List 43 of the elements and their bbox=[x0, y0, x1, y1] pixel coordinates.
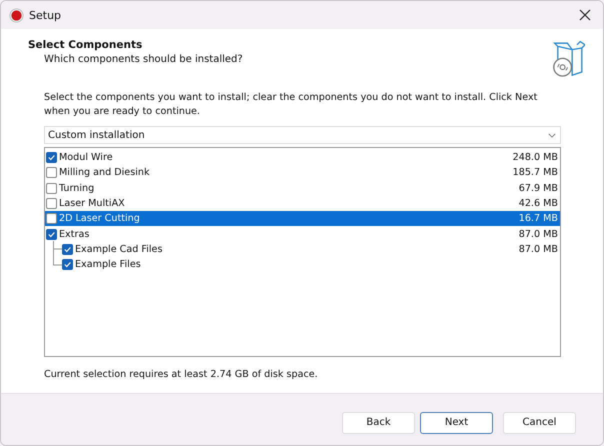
checkbox[interactable] bbox=[46, 228, 57, 240]
component-name: Milling and Diesink bbox=[59, 167, 151, 178]
checkbox[interactable] bbox=[46, 152, 57, 164]
component-name: 2D Laser Cutting bbox=[59, 213, 141, 224]
component-name: Extras bbox=[59, 228, 90, 240]
component-size: 248.0 MB bbox=[512, 152, 558, 164]
component-row[interactable]: Laser MultiAX 42.6 MB bbox=[45, 196, 560, 212]
component-row[interactable]: Example Files bbox=[45, 257, 560, 272]
component-name: Turning bbox=[59, 182, 96, 194]
component-name: Modul Wire bbox=[59, 152, 114, 164]
component-row[interactable]: Turning 67.9 MB bbox=[45, 180, 560, 196]
close-icon bbox=[579, 9, 591, 21]
instructions-text: Select the components you want to install; clear the components you do not want to install. Click Next when you are ready to continue. bbox=[44, 91, 538, 119]
checkbox[interactable] bbox=[62, 259, 73, 270]
installation-type-dropdown[interactable]: Custom installation bbox=[44, 126, 561, 144]
page-subtitle: Which components should be installed? bbox=[43, 54, 243, 65]
disk-space-text: Current selection requires at least 2.74 GB of disk space. bbox=[44, 369, 319, 380]
app-icon bbox=[9, 8, 24, 22]
chevron-down-icon bbox=[548, 132, 556, 138]
component-row[interactable]: Modul Wire 248.0 MB bbox=[45, 150, 560, 166]
component-name: Example Files bbox=[75, 259, 142, 270]
checkbox[interactable] bbox=[46, 213, 57, 224]
component-size: 87.0 MB bbox=[518, 244, 558, 255]
component-row[interactable]: Extras 87.0 MB bbox=[45, 226, 560, 242]
checkbox[interactable] bbox=[62, 244, 73, 255]
dialog-button[interactable]: Back bbox=[342, 412, 415, 434]
checkbox[interactable] bbox=[46, 198, 57, 210]
component-name: Example Cad Files bbox=[75, 244, 164, 255]
component-name: Laser MultiAX bbox=[59, 198, 126, 210]
page-title: Select Components bbox=[28, 39, 144, 51]
component-size: 67.9 MB bbox=[518, 182, 558, 194]
component-row[interactable]: Example Cad Files 87.0 MB bbox=[45, 242, 560, 258]
dialog-button[interactable]: Next bbox=[420, 412, 493, 434]
checkbox[interactable] bbox=[46, 167, 57, 178]
checkbox[interactable] bbox=[46, 182, 57, 194]
component-size: 185.7 MB bbox=[512, 167, 558, 178]
component-size: 87.0 MB bbox=[518, 228, 558, 240]
component-size: 42.6 MB bbox=[518, 198, 558, 210]
window-title: Setup bbox=[29, 8, 62, 22]
component-row[interactable]: 2D Laser Cutting 16.7 MB bbox=[45, 211, 560, 226]
dialog-button[interactable]: Cancel bbox=[503, 412, 576, 434]
component-row[interactable]: Milling and Diesink 185.7 MB bbox=[45, 165, 560, 181]
component-size: 16.7 MB bbox=[518, 213, 558, 224]
